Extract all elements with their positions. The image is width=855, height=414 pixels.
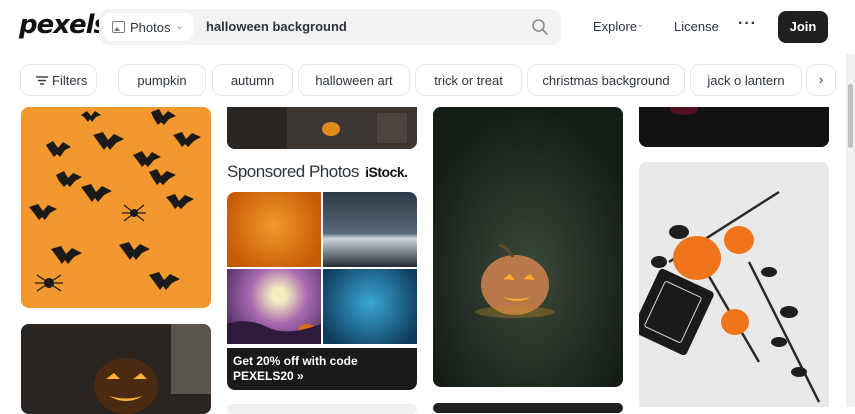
chevron-down-icon: ⌄ xyxy=(636,19,645,30)
filters-icon xyxy=(36,76,48,85)
top-header: pexels Photos ⌄ halloween background Exp… xyxy=(0,0,855,54)
sponsored-photos-title: Sponsored Photos iStock. xyxy=(227,162,408,182)
dark-red-illustration xyxy=(639,107,829,147)
chevron-right-icon[interactable]: › xyxy=(806,64,836,96)
photo-pumpkin-grass[interactable] xyxy=(433,107,623,387)
halloween-moon-illustration xyxy=(227,321,321,344)
promo-code-banner[interactable]: Get 20% off with code PEXELS20 » xyxy=(227,348,417,390)
search-bar[interactable]: Photos ⌄ halloween background xyxy=(99,9,561,45)
image-icon xyxy=(112,21,125,33)
sponsored-title-text: Sponsored Photos xyxy=(227,162,359,181)
pexels-logo[interactable]: pexels xyxy=(19,10,109,40)
chip-jack-o-lantern[interactable]: jack o lantern xyxy=(690,64,802,96)
chip-autumn[interactable]: autumn xyxy=(212,64,293,96)
sponsored-photo-blue-texture[interactable] xyxy=(323,269,417,344)
spooky-scene-illustration xyxy=(227,107,417,149)
sponsored-photo-halloween-moon[interactable] xyxy=(227,269,321,344)
photo-dark-red[interactable] xyxy=(639,107,829,147)
sponsored-grid xyxy=(227,192,417,344)
jack-o-lantern-illustration xyxy=(21,324,211,414)
chip-halloween-art[interactable]: halloween art xyxy=(298,64,410,96)
nav-explore[interactable]: Explore xyxy=(593,19,637,34)
filter-bar: Filters pumpkin autumn halloween art tri… xyxy=(0,54,855,107)
istock-logo[interactable]: iStock. xyxy=(365,164,408,180)
search-type-label: Photos xyxy=(130,20,171,35)
search-type-dropdown[interactable]: Photos ⌄ xyxy=(103,13,193,41)
photo-pumpkins-roses-tarot[interactable] xyxy=(639,162,829,407)
photo-partial-bottom-2[interactable] xyxy=(433,403,623,413)
pumpkins-roses-illustration xyxy=(639,162,829,407)
chip-christmas-background[interactable]: christmas background xyxy=(527,64,685,96)
chip-pumpkin[interactable]: pumpkin xyxy=(118,64,206,96)
scrollbar-thumb[interactable] xyxy=(848,84,853,148)
page-scrollbar[interactable] xyxy=(846,54,855,407)
photo-spooky-scene[interactable] xyxy=(227,107,417,149)
chip-trick-or-treat[interactable]: trick or treat xyxy=(415,64,522,96)
nav-license[interactable]: License xyxy=(674,19,719,34)
photo-jack-o-lantern-window[interactable] xyxy=(21,324,211,414)
bats-illustration xyxy=(29,109,201,292)
chevron-down-icon: ⌄ xyxy=(175,20,185,32)
more-menu-button[interactable]: ··· xyxy=(738,15,757,33)
pumpkin-grass-illustration xyxy=(433,107,623,387)
filters-button[interactable]: Filters xyxy=(20,64,97,96)
search-input[interactable]: halloween background xyxy=(206,19,347,34)
filters-label: Filters xyxy=(52,73,88,88)
sponsored-photo-stormy-sky[interactable] xyxy=(323,192,417,267)
photo-bats[interactable] xyxy=(21,107,211,308)
join-button[interactable]: Join xyxy=(778,11,828,43)
search-icon[interactable] xyxy=(531,18,549,36)
photo-partial-bottom[interactable] xyxy=(227,404,417,414)
sponsored-photo-orange[interactable] xyxy=(227,192,321,267)
